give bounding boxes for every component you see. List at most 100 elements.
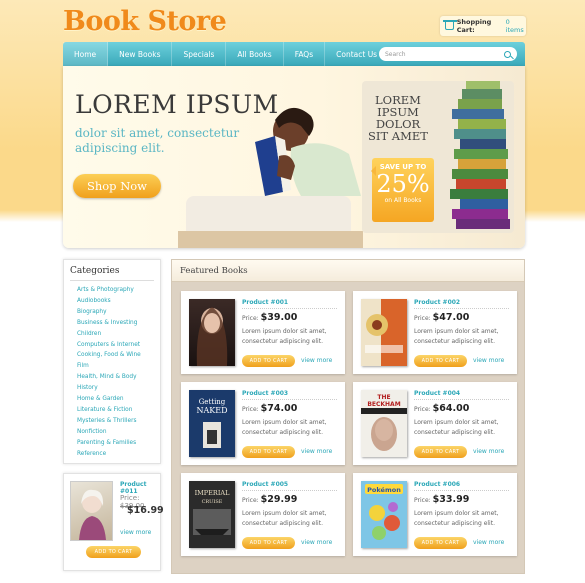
main-nav: Home New Books Specials All Books FAQs C… [63,42,525,66]
view-more-link[interactable]: view more [473,357,504,364]
nav-faqs[interactable]: FAQs [284,42,326,66]
product-description: Lorem ipsum dolor sit amet, consectetur … [414,510,499,527]
discount-badge[interactable]: SAVE UP TO 25% on All Books [371,158,434,222]
book-cover-image[interactable]: THE BECKHAM [361,390,407,457]
store-logo[interactable]: Book Store [63,6,227,37]
add-to-cart-button[interactable]: ADD TO CART [242,355,295,367]
special-product: Product #011 Price: $39.00 $16.99 view m… [63,473,164,571]
book-cover-image[interactable]: Getting NAKED [189,390,235,457]
category-link[interactable]: Arts & Photography [70,285,154,296]
category-link[interactable]: Film [70,361,154,372]
svg-text:BECKHAM: BECKHAM [367,401,400,408]
category-link[interactable]: History [70,383,154,394]
product-card: Getting NAKED Product #003 Price: $74.00 L… [181,382,345,465]
add-to-cart-button[interactable]: ADD TO CART [86,546,141,558]
cart-label: Shopping Cart: [456,18,492,34]
category-link[interactable]: Nonfiction [70,427,154,438]
book-cover-image[interactable]: Pokémon [361,481,407,548]
category-link[interactable]: Biography [70,307,154,318]
category-link[interactable]: Parenting & Families [70,438,154,449]
svg-text:Getting: Getting [199,398,226,406]
category-link[interactable]: Reference [70,449,154,460]
svg-text:IMPERIAL: IMPERIAL [195,489,230,497]
book-cover-image[interactable] [189,299,235,366]
view-more-link[interactable]: view more [301,448,332,455]
category-link[interactable]: Business & Investing [70,318,154,329]
banner-subtitle: dolor sit amet, consectetur adipiscing e… [75,126,240,155]
product-card: Product #001 Price: $39.00 Lorem ipsum do… [181,291,345,374]
price-label: Price: [120,494,140,502]
category-link[interactable]: Literature & Fiction [70,405,154,416]
product-description: Lorem ipsum dolor sit amet, consectetur … [242,328,327,345]
banner-title: LOREM IPSUM [75,90,279,119]
save-note: on All Books [384,197,422,204]
category-link[interactable]: Home & Garden [70,394,154,405]
add-to-cart-button[interactable]: ADD TO CART [242,446,295,458]
svg-text:THE: THE [377,394,390,401]
view-more-link[interactable]: view more [301,539,332,546]
price-label: Price: [242,315,259,322]
price-value: $33.99 [432,494,470,505]
product-name[interactable]: Product #001 [242,299,337,309]
price-value: $39.00 [260,312,298,323]
category-link[interactable]: Children [70,329,154,340]
product-name[interactable]: Product #002 [414,299,509,309]
product-price: Price: $29.99 [242,494,297,505]
search-placeholder: Search [385,50,406,58]
add-to-cart-button[interactable]: ADD TO CART [414,355,467,367]
product-name[interactable]: Product #004 [414,390,509,400]
price-value: $74.00 [260,403,298,414]
shop-now-button[interactable]: Shop Now [73,174,161,198]
price-value: $29.99 [260,494,298,505]
book-cover-image[interactable]: IMPERIAL CRUISE [189,481,235,548]
price-label: Price: [414,497,431,504]
sofa-base [178,231,363,248]
product-name[interactable]: Product #006 [414,481,509,491]
view-more-link[interactable]: view more [473,539,504,546]
price-value: $47.00 [432,312,470,323]
promo-panel: LOREM IPSUM DOLOR SIT AMET SAVE UP TO 25… [362,81,514,233]
category-link[interactable]: Audiobooks [70,296,154,307]
view-more-link[interactable]: view more [473,448,504,455]
add-to-cart-button[interactable]: ADD TO CART [414,537,467,549]
product-price: Price: $64.00 [414,403,469,414]
category-link[interactable]: Cooking, Food & Wine [70,350,154,361]
price-label: Price: [414,406,431,413]
nav-all-books[interactable]: All Books [226,42,284,66]
cart-icon [443,20,457,30]
hero-banner: LOREM IPSUM dolor sit amet, consectetur … [63,66,525,248]
view-more-link[interactable]: view more [301,357,332,364]
book-cover-image[interactable] [361,299,407,366]
nav-home[interactable]: Home [63,42,109,66]
price-label: Price: [242,406,259,413]
product-name[interactable]: Product #003 [242,390,337,400]
promo-text: LOREM IPSUM DOLOR SIT AMET [368,93,428,143]
svg-text:Pokémon: Pokémon [367,486,401,494]
product-card: Product #002 Price: $47.00 Lorem ipsum do… [353,291,517,374]
category-link[interactable]: Computers & Internet [70,340,154,351]
view-more-link[interactable]: view more [120,529,151,536]
featured-title: Featured Books [172,260,524,282]
featured-books-panel: Featured Books Product #001 Price: $39.00… [171,259,525,574]
category-link[interactable]: Health, Mind & Body [70,372,154,383]
nav-specials[interactable]: Specials [172,42,227,66]
product-price: Price: $47.00 [414,312,469,323]
shopping-cart[interactable]: Shopping Cart: 0 items [440,16,526,36]
product-card: Pokémon Product #006 Price: $33.99 Lorem … [353,473,517,556]
product-name[interactable]: Product #011 [120,481,160,495]
price-label: Price: [242,497,259,504]
save-value: 25% [376,170,430,198]
cart-count[interactable]: 0 items [506,18,526,34]
new-price: $16.99 [127,505,164,516]
search-icon[interactable] [504,50,511,58]
book-cover-image[interactable] [70,481,113,541]
category-link[interactable]: Mysteries & Thrillers [70,416,154,427]
product-description: Lorem ipsum dolor sit amet, consectetur … [414,328,499,345]
add-to-cart-button[interactable]: ADD TO CART [414,446,467,458]
book-stack-image [450,81,510,229]
nav-new-books[interactable]: New Books [108,42,173,66]
product-card: THE BECKHAM Product #004 Price: $64.00 Lor… [353,382,517,465]
add-to-cart-button[interactable]: ADD TO CART [242,537,295,549]
search-input[interactable]: Search [379,47,517,61]
product-name[interactable]: Product #005 [242,481,337,491]
